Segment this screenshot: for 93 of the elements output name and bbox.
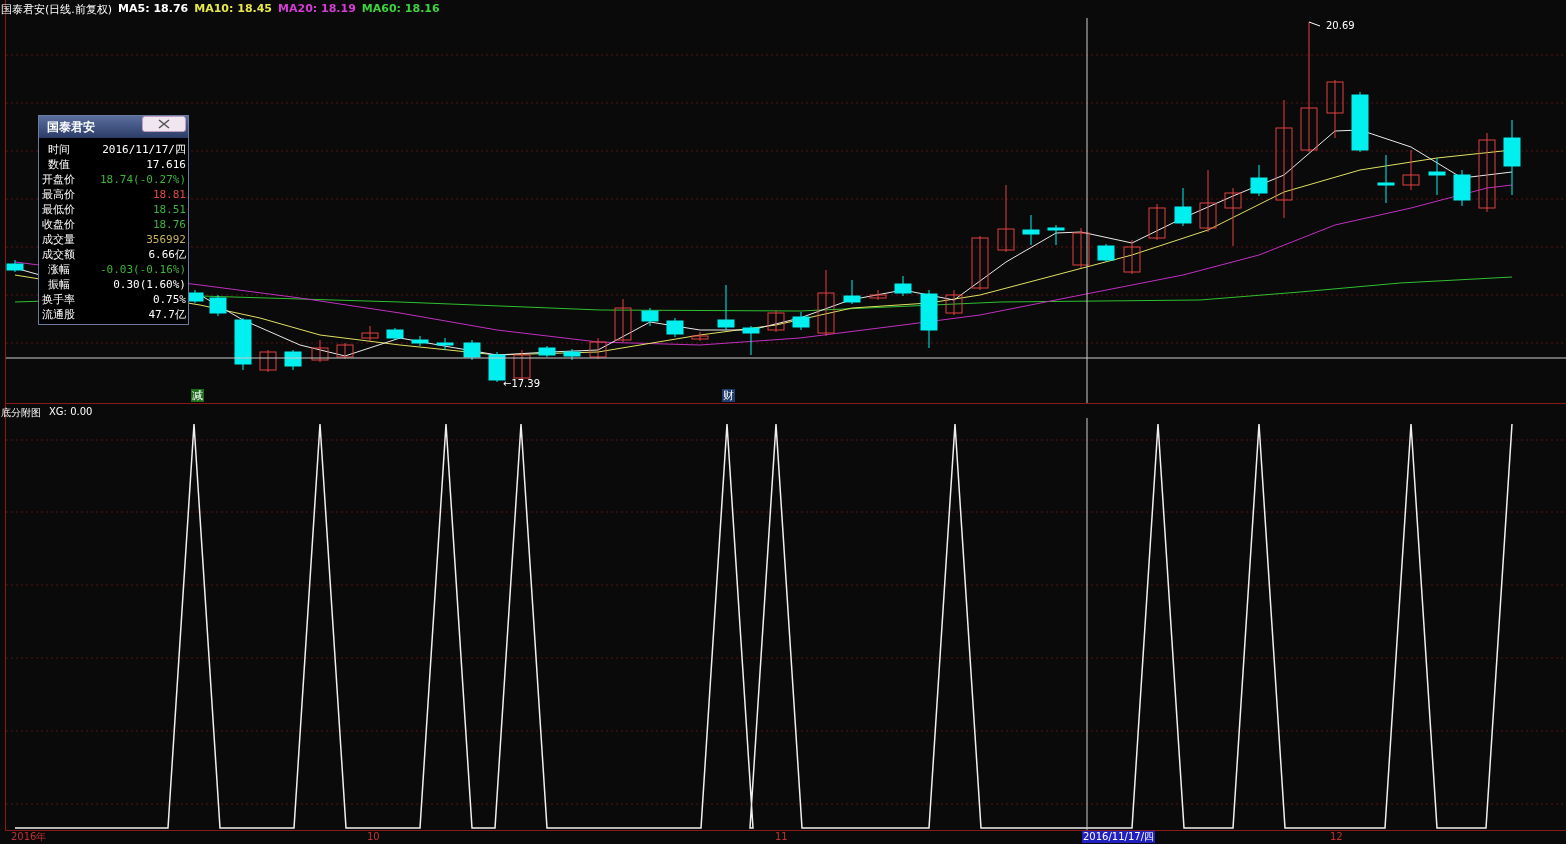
- candlestick: [411, 335, 429, 347]
- indicator-name: 底分附图: [1, 406, 41, 420]
- candlestick: [1097, 243, 1115, 263]
- axis-label: 2016/11/17/四: [1082, 831, 1155, 843]
- field-label: 振幅: [46, 277, 71, 292]
- axis-label: 12: [1329, 831, 1344, 843]
- field-label: 换手率: [42, 292, 75, 307]
- candlestick: [234, 317, 252, 371]
- field-value: 0.75%: [152, 292, 186, 307]
- candlestick: [386, 327, 404, 341]
- close-icon: [158, 119, 170, 129]
- leader-line: [1308, 21, 1321, 27]
- popup-title: 国泰君安: [47, 118, 95, 136]
- field-value: 18.74(-0.27%): [99, 172, 186, 187]
- candlestick: [336, 342, 354, 360]
- candlestick: [1250, 164, 1268, 197]
- candlestick: [513, 349, 531, 381]
- field-label: 成交量: [42, 232, 75, 247]
- chart-title: 国泰君安(日线.前复权): [1, 2, 113, 17]
- field-label: 成交额: [42, 247, 75, 262]
- field-value: 6.66亿: [148, 247, 186, 262]
- candlestick: [691, 331, 709, 342]
- field-value: 356992: [146, 232, 186, 247]
- candlestick: [1022, 214, 1040, 246]
- candlestick: [869, 289, 887, 301]
- field-label: 涨幅: [46, 262, 71, 277]
- candlestick: [1148, 203, 1166, 241]
- candlestick: [767, 309, 785, 333]
- ma-reading: MA20: 18.19: [278, 2, 356, 17]
- candlestick: [589, 337, 607, 360]
- candlestick: [717, 284, 735, 331]
- ma-reading: MA5: 18.76: [118, 2, 189, 17]
- field-label: 流通股: [42, 307, 75, 322]
- field-label: 收盘价: [42, 217, 75, 232]
- field-value: 0.30(1.60%): [113, 277, 186, 292]
- candlestick: [1351, 91, 1369, 153]
- field-label: 最低价: [42, 202, 75, 217]
- candlestick: [945, 289, 963, 316]
- axis-label: 11: [774, 831, 789, 843]
- field-value: 18.51: [152, 202, 186, 217]
- ma-reading: MA60: 18.16: [361, 2, 440, 17]
- field-label: 最高价: [42, 187, 75, 202]
- candlestick: [284, 349, 302, 371]
- candlestick: [1326, 79, 1344, 139]
- event-marker: 减: [191, 389, 204, 402]
- candlestick: [1377, 154, 1395, 204]
- candlestick: [817, 269, 835, 337]
- price-label: 20.69: [1326, 20, 1355, 31]
- candlestick: [971, 235, 989, 291]
- candlestick: [563, 348, 581, 361]
- price-label: ←17.39: [503, 378, 540, 389]
- candlestick: [6, 259, 24, 273]
- candlestick: [1123, 239, 1141, 275]
- candlestick: [209, 294, 227, 317]
- candlestick: [614, 298, 632, 343]
- field-value: 47.7亿: [148, 307, 186, 322]
- candlestick: [641, 307, 659, 327]
- candlestick: [186, 289, 204, 304]
- candlestick: [894, 275, 912, 297]
- field-label: 数值: [46, 157, 71, 172]
- candlestick: [792, 311, 810, 331]
- candlestick: [463, 339, 481, 361]
- field-label: 开盘价: [42, 172, 75, 187]
- field-value: -0.03(-0.16%): [99, 262, 186, 277]
- field-label: 时间: [46, 142, 71, 157]
- candlestick: [1199, 169, 1217, 233]
- candlestick: [1224, 187, 1242, 247]
- indicator-reading: XG: 0.00: [49, 406, 93, 419]
- candlestick: [1047, 224, 1065, 246]
- candlestick: [436, 337, 454, 351]
- event-marker: 财: [722, 389, 735, 402]
- candlestick: [920, 289, 938, 349]
- field-value: 17.616: [146, 157, 186, 172]
- candlestick: [1453, 169, 1471, 207]
- candlestick: [538, 345, 556, 358]
- field-value: 2016/11/17/四: [102, 142, 186, 157]
- candlestick: [311, 339, 329, 363]
- axis-label: 2016年: [10, 831, 48, 843]
- candlestick: [742, 325, 760, 356]
- candlestick: [1072, 227, 1090, 269]
- candlestick: [1402, 149, 1420, 191]
- candlestick: [843, 279, 861, 305]
- candlestick: [361, 325, 379, 342]
- field-value: 18.76: [152, 217, 186, 232]
- close-button[interactable]: [142, 116, 186, 132]
- axis-label: 10: [366, 831, 381, 843]
- candlestick: [997, 184, 1015, 253]
- field-value: 18.81: [152, 187, 186, 202]
- candlestick: [1428, 157, 1446, 196]
- candlestick: [666, 317, 684, 338]
- ma-reading: MA10: 18.45: [194, 2, 273, 17]
- candlestick: [259, 349, 277, 373]
- candlestick: [1174, 187, 1192, 227]
